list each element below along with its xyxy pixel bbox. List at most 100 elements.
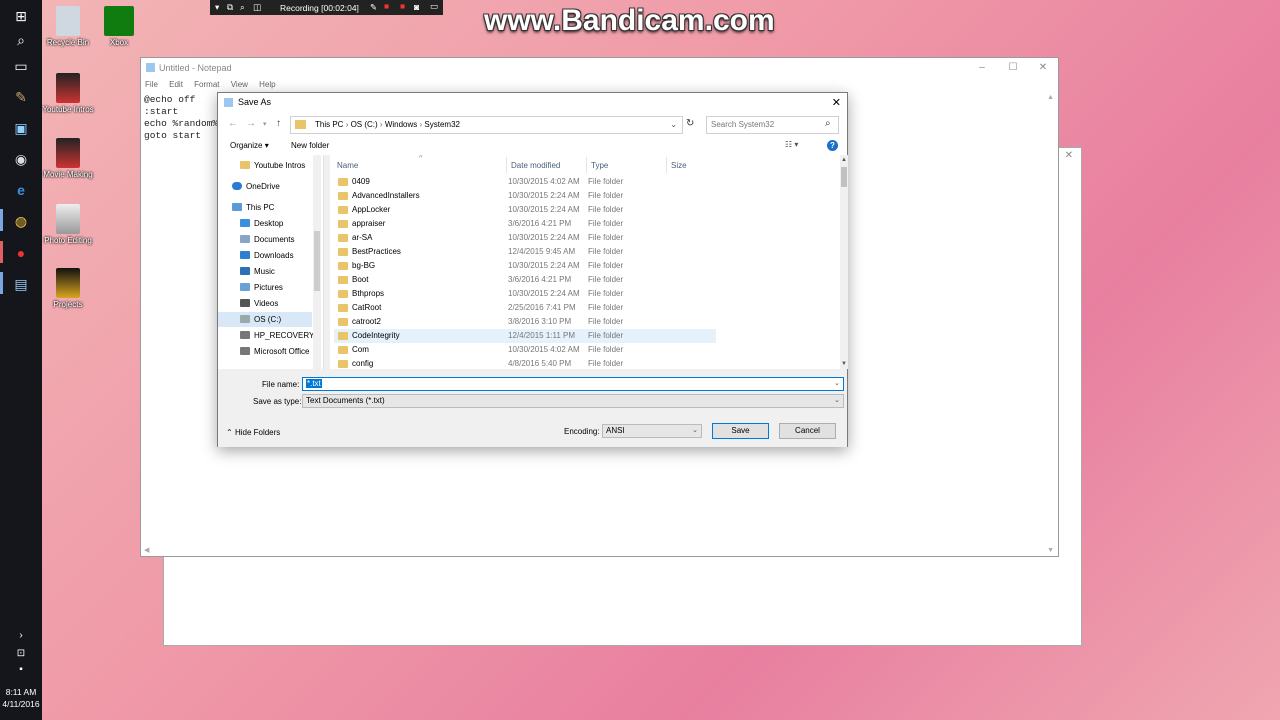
column-header-date-modified[interactable]: Date modified <box>511 161 560 170</box>
nav-item-hp-recovery[interactable]: HP_RECOVERY ( <box>240 328 323 343</box>
nav-item-downloads[interactable]: Downloads <box>240 248 323 263</box>
desktop-icon-projects[interactable]: Projects <box>42 268 94 309</box>
breadcrumb-item[interactable]: System32 <box>424 120 460 129</box>
column-divider[interactable] <box>586 157 587 173</box>
film-app-icon[interactable]: ▣ <box>11 118 31 138</box>
file-row[interactable]: Com 10/30/2015 4:02 AM File folder <box>334 343 716 357</box>
window-icon[interactable]: ⧉ <box>227 2 233 13</box>
clock-time[interactable]: 8:11 AM <box>0 687 42 697</box>
edge-icon[interactable]: e <box>11 180 31 200</box>
bandicam-icon[interactable]: ● <box>11 243 31 263</box>
nav-item-music[interactable]: Music <box>240 264 323 279</box>
column-header-type[interactable]: Type <box>591 161 608 170</box>
notepad-titlebar[interactable]: Untitled - Notepad <box>141 58 1058 78</box>
column-header-name[interactable]: Name <box>337 161 358 170</box>
file-row[interactable]: AdvancedInstallers 10/30/2015 2:24 AM File… <box>334 189 716 203</box>
start-icon[interactable]: ⊞ <box>11 6 31 26</box>
nav-item-microsoft-office[interactable]: Microsoft Office <box>240 344 323 359</box>
file-name-input[interactable]: *.txt ⌄ <box>302 377 844 391</box>
nav-item-desktop[interactable]: Desktop <box>240 216 323 231</box>
close-icon[interactable]: ✕ <box>1065 150 1073 161</box>
menu-edit[interactable]: Edit <box>169 80 183 89</box>
encoding-select[interactable]: ANSI ⌄ <box>602 424 702 438</box>
scroll-up-icon[interactable]: ▲ <box>841 157 847 163</box>
file-list-scrollbar[interactable]: ▲ ▼ <box>840 155 848 369</box>
minimize-icon[interactable]: ▭ <box>430 1 438 12</box>
maximize-button[interactable]: ☐ <box>998 58 1028 78</box>
file-row[interactable]: bg-BG 10/30/2015 2:24 AM File folder <box>334 259 716 273</box>
organize-button[interactable]: Organize ▾ <box>230 141 269 150</box>
column-divider[interactable] <box>666 157 667 173</box>
chevron-down-icon[interactable]: ⌄ <box>834 378 840 390</box>
forward-arrow-icon[interactable]: → <box>246 118 256 129</box>
notification-icon[interactable]: ▪ <box>11 660 31 680</box>
view-options-icon[interactable]: ☷ ▾ <box>785 140 798 149</box>
file-row[interactable]: ar-SA 10/30/2015 2:24 AM File folder <box>334 231 716 245</box>
search-icon[interactable]: ⌕ <box>11 30 31 50</box>
breadcrumb-item[interactable]: This PC <box>315 120 343 129</box>
app-icon[interactable]: ◉ <box>11 149 31 169</box>
new-folder-button[interactable]: New folder <box>291 141 329 150</box>
file-row[interactable]: appraiser 3/6/2016 4:21 PM File folder <box>334 217 716 231</box>
close-button[interactable]: ✕ <box>1028 58 1058 78</box>
file-row[interactable]: config 4/8/2016 5:40 PM File folder <box>334 357 716 369</box>
notepad-text-area[interactable]: @echo off :start echo %random% goto star… <box>144 94 218 142</box>
nav-item-onedrive[interactable]: OneDrive <box>232 179 323 194</box>
clock-date[interactable]: 4/11/2016 <box>0 699 42 709</box>
chevron-down-icon[interactable]: ⌄ <box>692 425 698 437</box>
refresh-icon[interactable]: ↻ <box>686 118 694 129</box>
up-arrow-icon[interactable]: ↑ <box>276 118 281 129</box>
chrome-icon[interactable]: ◍ <box>11 211 31 231</box>
nav-item-youtube-intros[interactable]: Youtube Intros <box>240 158 323 173</box>
cancel-button[interactable]: Cancel <box>779 423 836 439</box>
recent-dropdown-icon[interactable]: ▾ <box>263 120 267 128</box>
save-button[interactable]: Save <box>712 423 769 439</box>
paint-app-icon[interactable]: ✎ <box>11 87 31 107</box>
desktop-icon-youtube-intros[interactable]: Youtube Intros <box>42 73 94 114</box>
file-row[interactable]: 0409 10/30/2015 4:02 AM File folder <box>334 175 716 189</box>
magnify-icon[interactable]: ⌕ <box>240 2 245 13</box>
scroll-thumb[interactable] <box>841 167 847 187</box>
nav-item-documents[interactable]: Documents <box>240 232 323 247</box>
scroll-left-icon[interactable]: ◀ <box>144 546 149 554</box>
desktop-icon-xbox[interactable]: Xbox <box>93 6 145 47</box>
file-row[interactable]: AppLocker 10/30/2015 2:24 AM File folder <box>334 203 716 217</box>
camera-icon[interactable]: ◙ <box>414 2 419 12</box>
nav-scrollbar[interactable] <box>313 155 321 369</box>
minimize-button[interactable]: – <box>967 58 997 78</box>
scroll-down-icon[interactable]: ▼ <box>841 361 847 367</box>
back-arrow-icon[interactable]: ← <box>228 118 238 129</box>
stop-icon[interactable]: ■ <box>400 1 405 11</box>
nav-item-this-pc[interactable]: This PC <box>232 200 323 215</box>
notepad-icon[interactable]: ▤ <box>11 274 31 294</box>
nav-item-os-c[interactable]: OS (C:) <box>218 312 312 327</box>
breadcrumb-item[interactable]: Windows <box>385 120 417 129</box>
menu-format[interactable]: Format <box>194 80 219 89</box>
menu-help[interactable]: Help <box>259 80 275 89</box>
column-header-size[interactable]: Size <box>671 161 687 170</box>
scroll-up-icon[interactable]: ▲ <box>1047 94 1054 101</box>
file-row[interactable]: catroot2 3/8/2016 3:10 PM File folder <box>334 315 716 329</box>
file-row[interactable]: CatRoot 2/25/2016 7:41 PM File folder <box>334 301 716 315</box>
close-button[interactable]: ✕ <box>832 96 841 109</box>
search-input[interactable]: Search System32 <box>706 116 839 134</box>
scroll-down-icon[interactable]: ▼ <box>1047 547 1054 554</box>
dropdown-icon[interactable]: ▾ <box>215 2 219 13</box>
record-icon[interactable]: ■ <box>384 1 389 11</box>
nav-item-pictures[interactable]: Pictures <box>240 280 323 295</box>
menu-file[interactable]: File <box>145 80 158 89</box>
address-bar[interactable]: This PC › OS (C:) › Windows › System32 ⌄ <box>290 116 683 134</box>
chevron-down-icon[interactable]: ⌄ <box>670 117 677 133</box>
chevron-up-icon[interactable]: › <box>11 626 31 646</box>
file-row[interactable]: BestPractices 12/4/2015 9:45 AM File folde… <box>334 245 716 259</box>
target-icon[interactable]: ◫ <box>253 2 261 13</box>
breadcrumb-item[interactable]: OS (C:) <box>351 120 378 129</box>
scroll-thumb[interactable] <box>314 231 320 291</box>
menu-view[interactable]: View <box>231 80 248 89</box>
file-row[interactable]: Boot 3/6/2016 4:21 PM File folder <box>334 273 716 287</box>
dialog-titlebar[interactable]: Save As ✕ <box>218 93 847 113</box>
column-divider[interactable] <box>506 157 507 173</box>
desktop-icon-recycle-bin[interactable]: Recycle Bin <box>42 6 94 47</box>
chevron-down-icon[interactable]: ⌄ <box>834 395 840 407</box>
help-icon[interactable]: ? <box>827 140 838 151</box>
